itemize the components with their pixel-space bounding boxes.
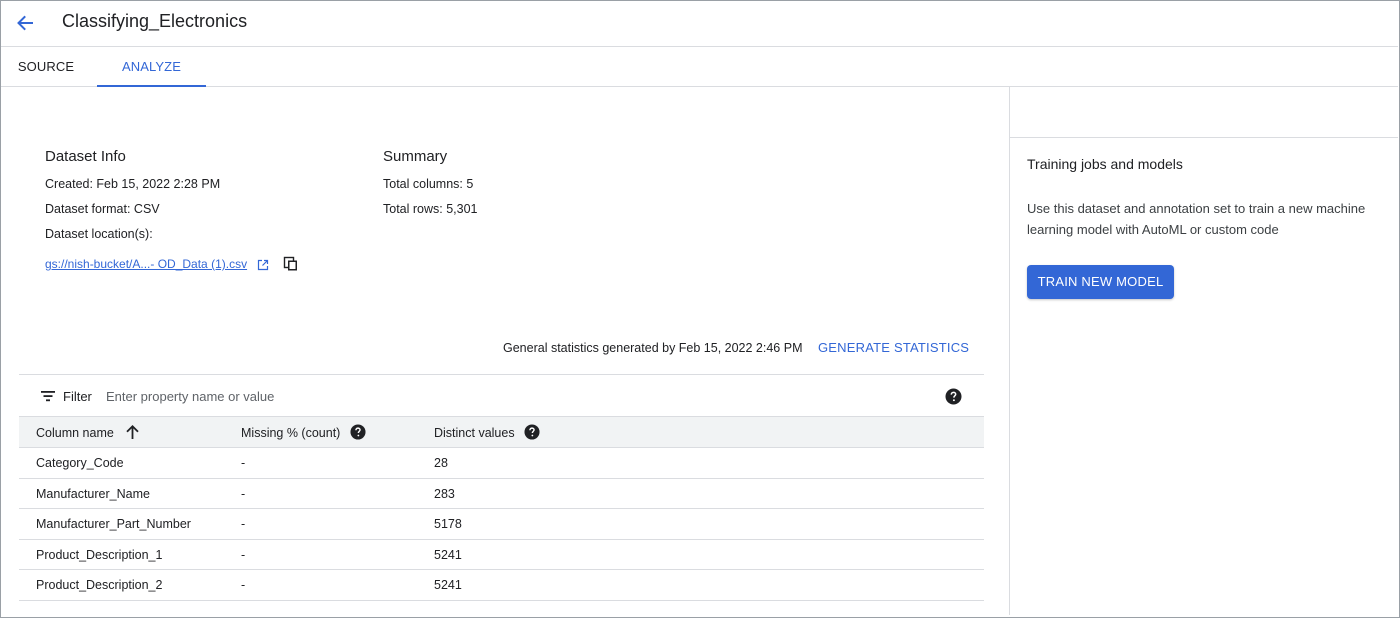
generate-statistics-button[interactable]: GENERATE STATISTICS	[812, 334, 975, 362]
cell-column-name: Category_Code	[36, 456, 124, 470]
help-icon[interactable]	[945, 388, 962, 405]
page-title: Classifying_Electronics	[62, 11, 248, 31]
arrow-back-icon[interactable]	[11, 9, 39, 37]
summary-total-rows: Total rows: 5,301	[383, 202, 478, 216]
side-panel-description: Use this dataset and annotation set to t…	[1027, 201, 1366, 237]
filter-list-icon[interactable]	[40, 388, 56, 404]
dataset-location-link[interactable]: gs://nish-bucket/A...- OD_Data (1).csv	[45, 257, 247, 271]
cell-column-name: Manufacturer_Name	[36, 486, 150, 501]
active-tab-indicator	[97, 85, 206, 87]
side-panel-divider	[1009, 87, 1010, 615]
summary-title: Summary	[383, 148, 448, 165]
cell-missing: -	[241, 517, 246, 532]
table-row[interactable]: Product_Description_1 - 5241	[19, 540, 984, 571]
cell-missing: -	[241, 578, 246, 593]
cell-column-name: Product_Description_1	[36, 547, 163, 562]
table-row[interactable]: Product_Description_2 - 5241	[19, 570, 984, 601]
dataset-created: Created: Feb 15, 2022 2:28 PM	[45, 177, 221, 191]
table-row[interactable]: Category_Code - 28	[19, 448, 984, 479]
statistics-generated-text: General statistics generated by Feb 15, …	[503, 341, 803, 355]
cell-missing: -	[241, 547, 246, 562]
cell-column-name: Product_Description_2	[36, 578, 163, 593]
open-in-new-icon[interactable]	[257, 258, 269, 271]
tab-analyze[interactable]: ANALYZE	[97, 47, 206, 87]
header-distinct-values: Distinct values	[434, 426, 515, 440]
cell-missing: -	[241, 456, 246, 470]
cell-column-name: Manufacturer_Part_Number	[36, 517, 191, 532]
arrow-upward-icon[interactable]	[125, 424, 140, 440]
filter-label: Filter	[63, 389, 92, 404]
side-panel-title: Training jobs and models	[1027, 156, 1183, 172]
tab-source[interactable]: SOURCE	[1, 47, 91, 86]
table-header: Column name Missing % (count) Distinct v…	[19, 417, 984, 448]
dataset-format: Dataset format: CSV	[45, 202, 160, 216]
cell-distinct: 283	[434, 486, 455, 501]
table-row[interactable]: Manufacturer_Name - 283	[19, 479, 984, 510]
dataset-location-label: Dataset location(s):	[45, 227, 153, 241]
cell-distinct: 5178	[434, 517, 462, 532]
train-new-model-button[interactable]: TRAIN NEW MODEL	[1027, 265, 1174, 299]
summary-total-columns: Total columns: 5	[383, 177, 474, 191]
page-header: Classifying_Electronics	[1, 1, 1398, 47]
copy-icon[interactable]	[283, 256, 299, 272]
table-row[interactable]: Manufacturer_Part_Number - 5178	[19, 509, 984, 540]
dataset-info-title: Dataset Info	[45, 148, 126, 165]
cell-distinct: 5241	[434, 578, 462, 593]
cell-distinct: 5241	[434, 547, 462, 562]
cell-missing: -	[241, 486, 246, 501]
distinct-help-icon[interactable]	[524, 424, 540, 440]
side-panel-top-divider	[1010, 137, 1398, 138]
tab-analyze-label: ANALYZE	[122, 59, 181, 74]
tab-bar: SOURCE ANALYZE	[1, 47, 1398, 87]
header-column-name[interactable]: Column name	[36, 426, 114, 440]
filter-input[interactable]	[106, 385, 906, 407]
header-missing: Missing % (count)	[241, 426, 341, 440]
filter-bar: Filter	[19, 374, 984, 417]
column-statistics-table: Column name Missing % (count) Distinct v…	[19, 417, 984, 601]
missing-help-icon[interactable]	[350, 424, 366, 440]
cell-distinct: 28	[434, 456, 448, 470]
